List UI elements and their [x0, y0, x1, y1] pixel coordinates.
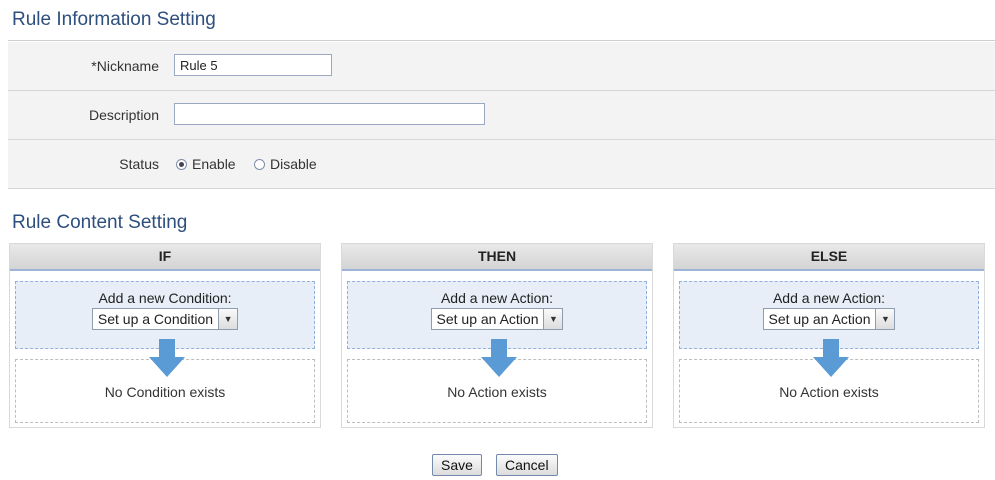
- condition-select-value: Set up a Condition: [97, 311, 214, 327]
- rule-info-table: *Nickname Description Status Enable Disa…: [8, 42, 995, 189]
- arrow-down-icon: [813, 339, 849, 377]
- nickname-row: *Nickname: [8, 42, 995, 91]
- chevron-down-icon[interactable]: ▼: [218, 309, 238, 329]
- description-label: Description: [88, 107, 159, 123]
- else-column: ELSE Add a new Action: Set up an Action …: [673, 243, 985, 428]
- description-row: Description: [8, 91, 995, 140]
- status-disable-radio[interactable]: Disable: [254, 140, 317, 188]
- else-header: ELSE: [674, 244, 984, 271]
- radio-checked-icon: [176, 158, 187, 170]
- add-then-action-label: Add a new Action:: [440, 290, 554, 306]
- status-enable-label: Enable: [192, 156, 236, 172]
- save-button[interactable]: Save: [432, 454, 482, 476]
- status-disable-label: Disable: [270, 156, 317, 172]
- status-row: Status Enable Disable: [8, 140, 995, 189]
- cancel-button[interactable]: Cancel: [496, 454, 558, 476]
- arrow-down-icon: [481, 339, 517, 377]
- else-action-select[interactable]: Set up an Action ▼: [762, 308, 896, 330]
- nickname-input[interactable]: [174, 54, 332, 76]
- radio-unchecked-icon: [254, 158, 265, 170]
- add-else-action-label: Add a new Action:: [772, 290, 886, 306]
- then-action-select[interactable]: Set up an Action ▼: [430, 308, 564, 330]
- then-column: THEN Add a new Action: Set up an Action …: [341, 243, 653, 428]
- description-input[interactable]: [174, 103, 485, 125]
- add-condition-label: Add a new Condition:: [98, 290, 232, 306]
- then-action-select-value: Set up an Action: [436, 311, 539, 327]
- if-header: IF: [10, 244, 320, 271]
- rule-info-title: Rule Information Setting: [12, 9, 216, 30]
- rule-content-title: Rule Content Setting: [12, 212, 188, 233]
- status-label: Status: [119, 156, 159, 172]
- else-action-select-value: Set up an Action: [768, 311, 871, 327]
- chevron-down-icon[interactable]: ▼: [875, 309, 895, 329]
- arrow-down-icon: [149, 339, 185, 377]
- then-header: THEN: [342, 244, 652, 271]
- status-enable-radio[interactable]: Enable: [176, 140, 236, 188]
- if-column: IF Add a new Condition: Set up a Conditi…: [9, 243, 321, 428]
- rule-info-divider: [8, 40, 995, 41]
- chevron-down-icon[interactable]: ▼: [543, 309, 563, 329]
- condition-select[interactable]: Set up a Condition ▼: [91, 308, 239, 330]
- nickname-label: *Nickname: [91, 58, 159, 74]
